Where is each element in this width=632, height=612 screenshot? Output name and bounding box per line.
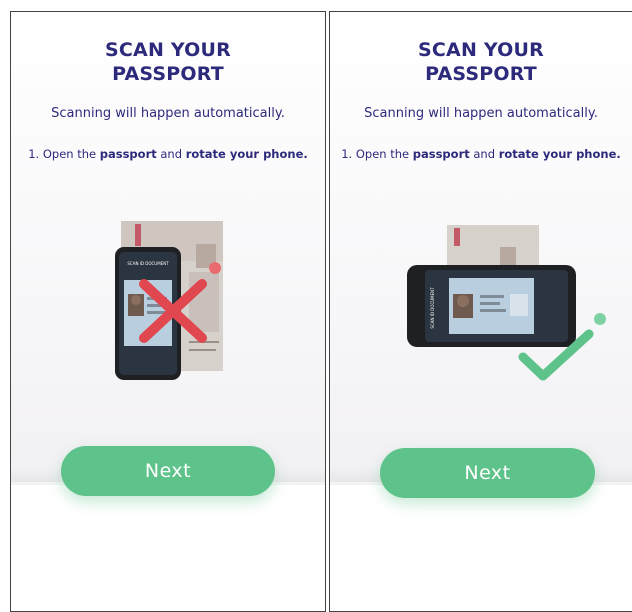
next-button[interactable]: Next xyxy=(61,446,275,496)
phone-landscape: SCAN ID DOCUMENT xyxy=(407,265,576,347)
phone-header-text: SCAN ID DOCUMENT xyxy=(127,261,169,266)
screen-landscape: SCAN YOUR PASSPORT Scanning will happen a… xyxy=(329,11,632,612)
screen-portrait: SCAN YOUR PASSPORT Scanning will happen a… xyxy=(10,11,326,612)
landscape-phone-illustration: SCAN ID DOCUMENT xyxy=(407,225,606,381)
portrait-phone-illustration: SCAN ID DOCUMENT xyxy=(115,221,223,380)
phone-header-text: SCAN ID DOCUMENT xyxy=(430,287,435,329)
next-button[interactable]: Next xyxy=(380,448,595,498)
